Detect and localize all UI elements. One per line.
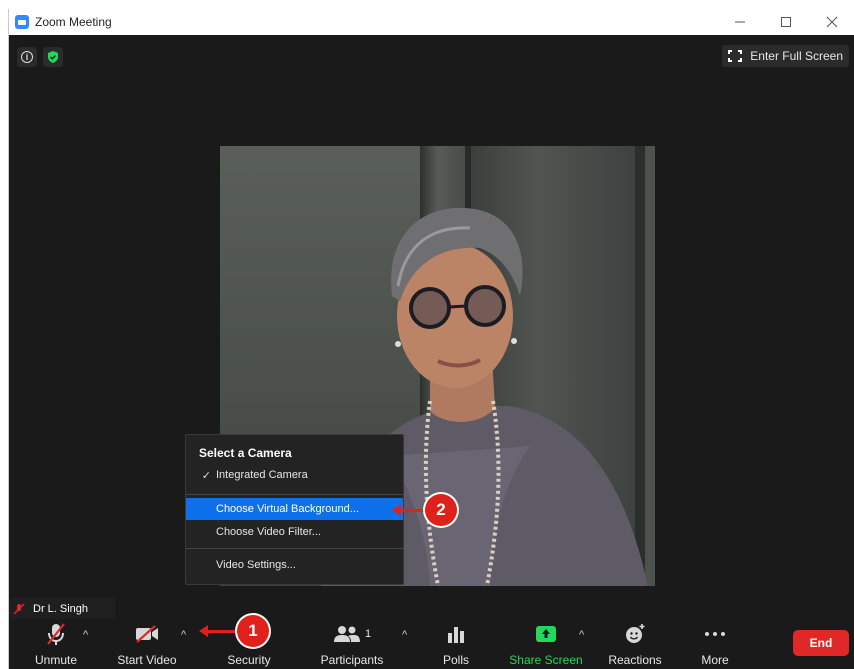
reactions-label: Reactions (608, 653, 662, 667)
meeting-info-button[interactable]: i (17, 47, 37, 67)
video-off-icon (136, 625, 158, 643)
check-icon: ✓ (201, 469, 211, 482)
menu-item-label: Video Settings... (216, 559, 296, 571)
minimize-button[interactable] (717, 9, 763, 35)
menu-item-label: Choose Virtual Background... (216, 503, 359, 515)
zoom-app-icon (15, 15, 29, 29)
participants-options-caret[interactable]: ^ (402, 629, 407, 641)
polls-icon (448, 627, 464, 643)
menu-item-choose-video-filter[interactable]: Choose Video Filter... (186, 521, 403, 543)
close-button[interactable] (809, 9, 854, 35)
participant-name: Dr L. Singh (33, 602, 89, 615)
reactions-button[interactable]: Reactions (604, 619, 666, 669)
meeting-toolbar: Unmute ^ Start Video ^ Security 1 Partic… (9, 619, 854, 669)
menu-separator (186, 548, 403, 549)
minimize-icon (735, 21, 745, 23)
microphone-muted-icon (47, 623, 65, 645)
unmute-button[interactable]: Unmute (31, 619, 81, 669)
participants-count: 1 (364, 628, 372, 640)
more-button[interactable]: More (695, 619, 735, 669)
participants-button[interactable]: 1 Participants (319, 619, 385, 669)
security-label: Security (227, 653, 271, 667)
microphone-muted-icon (13, 602, 25, 615)
start-video-label: Start Video (117, 653, 177, 667)
participant-name-tag: Dr L. Singh (9, 598, 115, 619)
share-screen-button[interactable]: Share Screen (506, 619, 586, 669)
menu-item-label: Choose Video Filter... (216, 526, 321, 538)
title-bar: Zoom Meeting (9, 9, 854, 35)
reactions-icon (626, 624, 645, 643)
participants-icon (333, 626, 360, 642)
share-screen-icon (536, 626, 556, 642)
menu-item-integrated-camera[interactable]: ✓ Integrated Camera (186, 464, 403, 486)
info-icon: i (21, 51, 33, 63)
fullscreen-label: Enter Full Screen (750, 49, 843, 63)
camera-menu-header: Select a Camera (199, 446, 292, 460)
zoom-meeting-window: Zoom Meeting i Enter Full Screen Select … (8, 9, 854, 669)
audio-options-caret[interactable]: ^ (83, 629, 88, 641)
shield-icon (48, 51, 58, 63)
share-options-caret[interactable]: ^ (579, 629, 584, 641)
menu-item-choose-virtual-background[interactable]: Choose Virtual Background... (186, 498, 403, 520)
meeting-top-bar: i Enter Full Screen (9, 35, 854, 75)
maximize-button[interactable] (763, 9, 809, 35)
fullscreen-icon (728, 50, 743, 62)
maximize-icon (781, 17, 791, 27)
menu-item-video-settings[interactable]: Video Settings... (186, 554, 403, 576)
enter-full-screen-button[interactable]: Enter Full Screen (722, 45, 849, 67)
annotation-badge-1: 1 (237, 615, 269, 647)
unmute-label: Unmute (34, 653, 78, 667)
polls-label: Polls (442, 653, 469, 667)
window-title: Zoom Meeting (35, 15, 112, 29)
participants-label: Participants (320, 653, 384, 667)
encryption-shield-button[interactable] (43, 47, 63, 67)
menu-separator (186, 494, 403, 495)
annotation-badge-2: 2 (425, 494, 457, 526)
more-label: More (701, 653, 729, 667)
cropped-page-strip (0, 0, 854, 9)
share-screen-label: Share Screen (509, 653, 583, 667)
more-dots-icon (705, 632, 725, 636)
camera-menu: Select a Camera ✓ Integrated Camera Choo… (185, 434, 404, 585)
menu-item-label: Integrated Camera (216, 469, 308, 481)
video-options-caret[interactable]: ^ (181, 629, 186, 641)
polls-button[interactable]: Polls (434, 619, 478, 669)
start-video-button[interactable]: Start Video (112, 619, 182, 669)
annotation-arrow-1 (199, 625, 240, 637)
close-icon (826, 16, 838, 28)
end-meeting-button[interactable]: End (793, 630, 849, 656)
